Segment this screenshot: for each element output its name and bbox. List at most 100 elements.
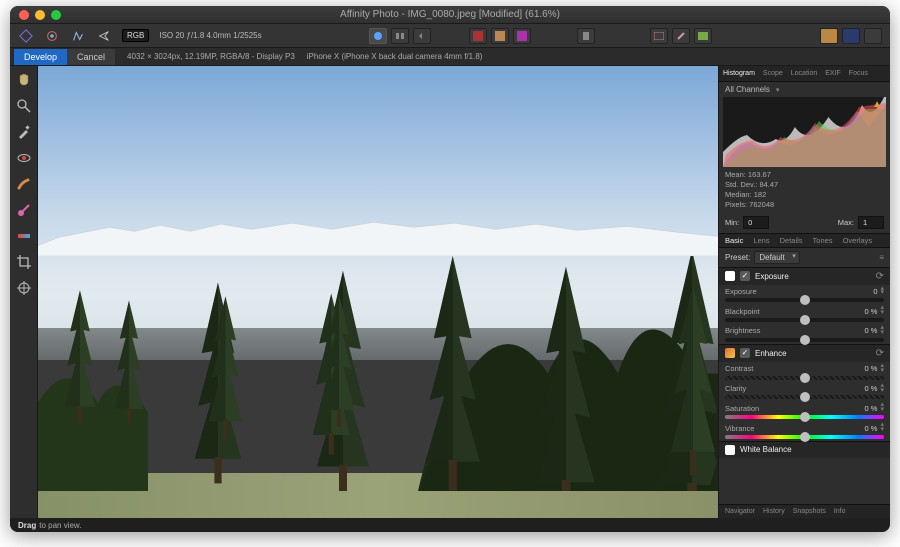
sync-view-button[interactable] [413, 28, 431, 44]
close-window-button[interactable] [19, 10, 29, 20]
slider-thumb[interactable] [800, 315, 810, 325]
max-label: Max: [838, 218, 854, 227]
stepper-icon[interactable]: ▴▾ [880, 384, 884, 394]
whitebalance-panel-header[interactable]: White Balance [719, 441, 890, 458]
tone-clip-button[interactable] [513, 28, 531, 44]
color-format-pill[interactable]: RGB [122, 29, 149, 42]
eyedropper-tool-icon[interactable] [14, 122, 34, 142]
stepper-icon[interactable]: ▴▾ [880, 306, 884, 316]
slider-thumb[interactable] [800, 392, 810, 402]
max-value-field[interactable]: 1 [858, 216, 884, 229]
highlight-clip-button[interactable] [491, 28, 509, 44]
tab-info[interactable]: Info [834, 508, 846, 515]
preset-label: Preset: [725, 253, 750, 262]
min-value-field[interactable]: 0 [743, 216, 769, 229]
exposure-blackpoint-slider[interactable] [725, 318, 884, 322]
tab-exif[interactable]: EXIF [825, 70, 841, 77]
subtab-lens[interactable]: Lens [753, 236, 769, 245]
subtab-details[interactable]: Details [780, 236, 803, 245]
develop-button[interactable]: Develop [14, 49, 67, 65]
slider-thumb[interactable] [800, 295, 810, 305]
blemish-tool-icon[interactable] [14, 174, 34, 194]
exposure-blackpoint-row: Blackpoint0 %▴▾ [719, 304, 890, 324]
exposure-reset-icon[interactable]: ⟳ [876, 271, 884, 282]
exposure-exposure-slider[interactable] [725, 298, 884, 302]
enhance-saturation-label: Saturation [725, 404, 759, 413]
minimize-window-button[interactable] [35, 10, 45, 20]
preset-menu-icon[interactable]: ≡ [879, 253, 884, 262]
single-view-button[interactable] [577, 28, 595, 44]
clip-warning-group [469, 28, 531, 44]
enhance-reset-icon[interactable]: ⟳ [876, 348, 884, 359]
stepper-icon[interactable]: ▴▾ [880, 326, 884, 336]
exposure-brightness-slider[interactable] [725, 338, 884, 342]
whitebalance-tool-icon[interactable] [14, 278, 34, 298]
tab-scope[interactable]: Scope [763, 70, 783, 77]
enhance-panel-header[interactable]: ✓ Enhance ⟳ [719, 344, 890, 362]
overlay-gradient-button[interactable] [694, 28, 712, 44]
persona-photo-icon[interactable] [18, 28, 34, 44]
zoom-tool-icon[interactable] [14, 96, 34, 116]
subtab-basic[interactable]: Basic [725, 236, 743, 245]
subtab-overlays[interactable]: Overlays [843, 236, 873, 245]
tab-histogram[interactable]: Histogram [723, 70, 755, 77]
tab-navigator[interactable]: Navigator [725, 508, 755, 515]
right-studio: Histogram Scope Location EXIF Focus All … [718, 66, 890, 518]
overlay-toggle-button[interactable] [650, 28, 668, 44]
overlay-gradient-tool-icon[interactable] [14, 226, 34, 246]
subtab-tones[interactable]: Tones [813, 236, 833, 245]
overlay-paint-tool-icon[interactable] [14, 200, 34, 220]
histogram-plot[interactable]: ▲ [723, 97, 886, 167]
exposure-checkbox[interactable]: ✓ [740, 271, 750, 281]
app-window: Affinity Photo - IMG_0080.jpeg [Modified… [10, 6, 890, 532]
exposure-panel-header[interactable]: ✓ Exposure ⟳ [719, 267, 890, 285]
enhance-clarity-label: Clarity [725, 384, 746, 393]
stepper-icon[interactable]: ▴▾ [880, 287, 884, 297]
enhance-saturation-slider[interactable] [725, 415, 884, 419]
exposure-brightness-row: Brightness0 %▴▾ [719, 324, 890, 344]
mirror-view-button[interactable] [391, 28, 409, 44]
maximize-window-button[interactable] [51, 10, 61, 20]
histogram-stats: Mean: 163.67 Std. Dev.: 84.47 Median: 18… [719, 167, 890, 214]
enhance-checkbox[interactable]: ✓ [740, 348, 750, 358]
preset-dropdown[interactable]: Default [754, 251, 799, 264]
clip-warning-icon: ▲ [872, 99, 882, 110]
lens-icon[interactable] [44, 28, 60, 44]
slider-thumb[interactable] [800, 335, 810, 345]
stat-median: Median: 182 [725, 190, 884, 200]
overlay-brush-button[interactable] [672, 28, 690, 44]
main-toolbar: RGB ISO 20 ƒ/1.8 4.0mm 1/2525s [10, 24, 890, 48]
enhance-saturation-value: 0 % [865, 404, 878, 413]
tab-snapshots[interactable]: Snapshots [793, 508, 826, 515]
stepper-icon[interactable]: ▴▾ [880, 403, 884, 413]
exif-readout: ISO 20 ƒ/1.8 4.0mm 1/2525s [159, 31, 261, 40]
image-canvas[interactable] [38, 66, 718, 518]
cancel-button[interactable]: Cancel [67, 49, 115, 65]
crop-tool-icon[interactable] [14, 252, 34, 272]
vector-icon[interactable] [70, 28, 86, 44]
panel-2-button[interactable] [842, 28, 860, 44]
enhance-contrast-slider[interactable] [725, 376, 884, 380]
stepper-icon[interactable]: ▴▾ [880, 423, 884, 433]
share-icon[interactable] [96, 28, 112, 44]
shadow-clip-button[interactable] [469, 28, 487, 44]
redeye-tool-icon[interactable] [14, 148, 34, 168]
hand-tool-icon[interactable] [14, 70, 34, 90]
enhance-vibrance-slider[interactable] [725, 435, 884, 439]
panel-3-button[interactable] [864, 28, 882, 44]
status-hint: to pan view. [39, 521, 81, 530]
min-label: Min: [725, 218, 739, 227]
slider-thumb[interactable] [800, 373, 810, 383]
camera-info: iPhone X (iPhone X back dual camera 4mm … [307, 52, 483, 61]
before-after-split-button[interactable] [369, 28, 387, 44]
enhance-clarity-slider[interactable] [725, 395, 884, 399]
tab-location[interactable]: Location [791, 70, 817, 77]
stat-mean: Mean: 163.67 [725, 170, 884, 180]
panel-1-button[interactable] [820, 28, 838, 44]
enhance-contrast-value: 0 % [865, 364, 878, 373]
tab-history[interactable]: History [763, 508, 785, 515]
slider-thumb[interactable] [800, 412, 810, 422]
tab-focus[interactable]: Focus [849, 70, 868, 77]
stepper-icon[interactable]: ▴▾ [880, 364, 884, 374]
slider-thumb[interactable] [800, 432, 810, 442]
